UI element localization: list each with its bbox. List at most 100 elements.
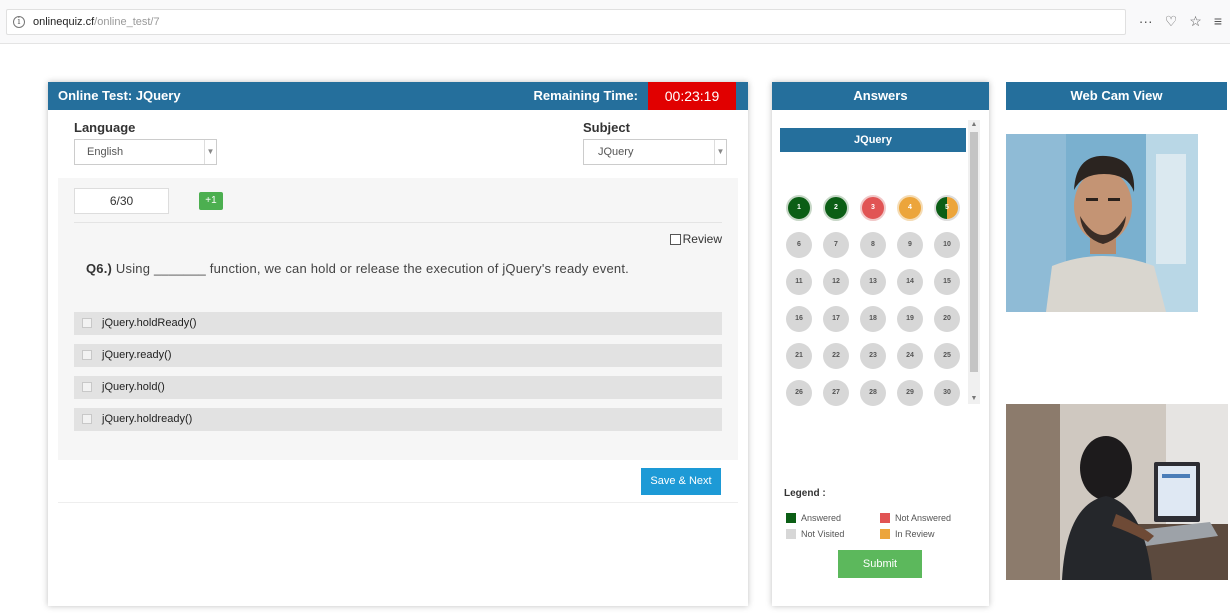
question-circle-18[interactable]: 18 [860, 306, 886, 332]
menu-icon[interactable]: ≡ [1214, 12, 1222, 30]
test-title: Online Test: JQuery [58, 88, 181, 103]
checkbox-icon[interactable] [82, 382, 92, 392]
save-next-button[interactable]: Save & Next [641, 468, 721, 495]
review-label: Review [682, 232, 722, 246]
question-circle-10[interactable]: 10 [934, 232, 960, 258]
question-circle-26[interactable]: 26 [786, 380, 812, 406]
chevron-down-icon: ▼ [204, 140, 216, 164]
question-circle-14[interactable]: 14 [897, 269, 923, 295]
question-circle-28[interactable]: 28 [860, 380, 886, 406]
question-circle-9[interactable]: 9 [897, 232, 923, 258]
question-area: 6/30 +1 Review Q6.) Using _______ functi… [58, 178, 738, 460]
scroll-down-icon[interactable]: ▼ [968, 394, 980, 404]
question-circle-24[interactable]: 24 [897, 343, 923, 369]
question-body: Using _______ function, we can hold or r… [115, 261, 629, 276]
question-circle-7[interactable]: 7 [823, 232, 849, 258]
test-panel: Online Test: JQuery Remaining Time: 00:2… [48, 82, 748, 606]
question-text: Q6.) Using _______ function, we can hold… [86, 261, 629, 276]
checkbox-icon[interactable] [82, 414, 92, 424]
question-circle-20[interactable]: 20 [934, 306, 960, 332]
question-circle-6[interactable]: 6 [786, 232, 812, 258]
legend-title: Legend : [784, 488, 826, 499]
legend-answered: Answered [786, 513, 841, 523]
question-circle-29[interactable]: 29 [897, 380, 923, 406]
option-2[interactable]: jQuery.ready() [74, 344, 722, 367]
question-circle-22[interactable]: 22 [823, 343, 849, 369]
question-circle-8[interactable]: 8 [860, 232, 886, 258]
swatch-answered [786, 513, 796, 523]
legend-label: Not Answered [895, 513, 952, 523]
address-bar[interactable]: i onlinequiz.cf /online_test/7 [6, 9, 1126, 35]
question-circle-1[interactable]: 1 [786, 195, 812, 221]
subject-value: JQuery [598, 146, 634, 158]
question-circle-23[interactable]: 23 [860, 343, 886, 369]
question-circle-25[interactable]: 25 [934, 343, 960, 369]
answers-panel: Answers JQuery ▲ ▼ 1 2 3 4 5 6 7 8 9 10 11 12 13 14 15… [772, 82, 989, 606]
bookmark-star-icon[interactable]: ☆ [1189, 12, 1202, 30]
scroll-up-icon[interactable]: ▲ [968, 120, 980, 130]
option-4[interactable]: jQuery.holdready() [74, 408, 722, 431]
divider [58, 502, 738, 503]
question-circle-2[interactable]: 2 [823, 195, 849, 221]
question-circle-21[interactable]: 21 [786, 343, 812, 369]
webcam-room-drawing [1006, 404, 1228, 580]
question-number: Q6.) [86, 261, 113, 276]
timer: 00:23:19 [648, 82, 736, 110]
plus-badge: +1 [199, 192, 223, 210]
info-icon[interactable]: i [13, 16, 25, 28]
language-label: Language [74, 120, 136, 135]
legend-label: Not Visited [801, 529, 845, 539]
swatch-in-review [880, 529, 890, 539]
legend-not-answered: Not Answered [880, 513, 951, 523]
checkbox-icon[interactable] [82, 350, 92, 360]
subject-tab-jquery[interactable]: JQuery [780, 128, 966, 152]
question-circle-15[interactable]: 15 [934, 269, 960, 295]
language-value: English [87, 146, 124, 158]
question-circle-27[interactable]: 27 [823, 380, 849, 406]
browser-toolbar: i onlinequiz.cf /online_test/7 ··· ♡ ☆ ≡ [0, 0, 1230, 44]
divider [74, 222, 722, 223]
question-circle-30[interactable]: 30 [934, 380, 960, 406]
answers-header: Answers [772, 82, 989, 110]
scroll-thumb[interactable] [970, 132, 978, 372]
question-circle-13[interactable]: 13 [860, 269, 886, 295]
question-circle-19[interactable]: 19 [897, 306, 923, 332]
webcam-face-image [1006, 134, 1198, 312]
option-3[interactable]: jQuery.hold() [74, 376, 722, 399]
legend-label: Answered [801, 513, 842, 523]
question-circle-5[interactable]: 5 [934, 195, 960, 221]
option-1[interactable]: jQuery.holdReady() [74, 312, 722, 335]
option-label: jQuery.holdReady() [102, 317, 197, 329]
url-path: /online_test/7 [94, 16, 160, 28]
swatch-not-visited [786, 529, 796, 539]
legend-not-visited: Not Visited [786, 529, 844, 539]
subject-select[interactable]: JQuery ▼ [583, 139, 727, 165]
pocket-icon[interactable]: ♡ [1165, 12, 1178, 30]
option-label: jQuery.ready() [102, 349, 172, 361]
more-icon[interactable]: ··· [1139, 12, 1153, 30]
question-circle-16[interactable]: 16 [786, 306, 812, 332]
review-checkbox[interactable]: Review [669, 232, 722, 246]
browser-actions: ··· ♡ ☆ ≡ [1139, 12, 1222, 30]
submit-button[interactable]: Submit [838, 550, 922, 578]
question-circle-3[interactable]: 3 [860, 195, 886, 221]
swatch-not-answered [880, 513, 890, 523]
question-circle-11[interactable]: 11 [786, 269, 812, 295]
question-circle-17[interactable]: 17 [823, 306, 849, 332]
question-circle-12[interactable]: 12 [823, 269, 849, 295]
url-host: onlinequiz.cf [33, 16, 95, 28]
question-counter: 6/30 [74, 188, 169, 214]
test-header: Online Test: JQuery Remaining Time: 00:2… [48, 82, 748, 110]
webcam-header: Web Cam View [1006, 82, 1227, 110]
webcam-face-drawing [1006, 134, 1198, 312]
checkbox-icon[interactable] [669, 233, 681, 245]
question-circle-4[interactable]: 4 [897, 195, 923, 221]
scrollbar[interactable]: ▲ ▼ [968, 120, 980, 404]
webcam-panel: Web Cam View [1006, 82, 1227, 110]
option-label: jQuery.holdready() [102, 413, 193, 425]
webcam-room-image [1006, 404, 1228, 580]
legend-label: In Review [895, 529, 935, 539]
language-select[interactable]: English ▼ [74, 139, 217, 165]
checkbox-icon[interactable] [82, 318, 92, 328]
remaining-time-label: Remaining Time: [533, 88, 638, 103]
